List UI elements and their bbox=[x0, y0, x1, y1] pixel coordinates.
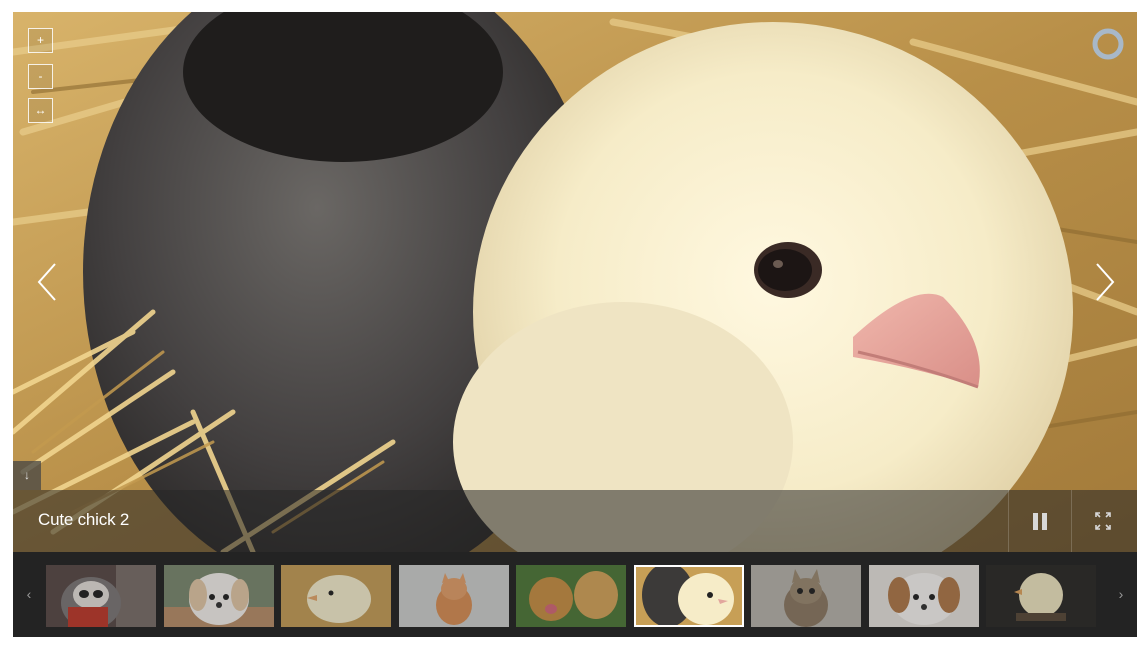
pause-slideshow-button[interactable] bbox=[1008, 490, 1071, 552]
download-button[interactable]: ↓ bbox=[13, 461, 41, 490]
zoom-in-button[interactable]: + bbox=[28, 28, 53, 53]
image-gallery-viewer: + - ↔ ↓ Cute chick 2 ‹ › bbox=[13, 12, 1137, 637]
thumbnail-white-puppy[interactable] bbox=[164, 565, 274, 627]
thumbnail-two-chicks[interactable] bbox=[634, 565, 744, 627]
image-caption: Cute chick 2 bbox=[38, 510, 130, 529]
thumbnail-yellow-chick[interactable] bbox=[281, 565, 391, 627]
thumbnail-puppy[interactable] bbox=[869, 565, 979, 627]
thumbnail-tabby-kitten[interactable] bbox=[751, 565, 861, 627]
zoom-reset-button[interactable]: ↔ bbox=[28, 98, 53, 123]
previous-image-arrow[interactable] bbox=[33, 260, 63, 304]
pause-icon bbox=[1033, 513, 1047, 530]
thumbnails-prev-button[interactable]: ‹ bbox=[18, 580, 40, 608]
thumbnail-chick-on-branch[interactable] bbox=[986, 565, 1096, 627]
caption-bar: Cute chick 2 bbox=[13, 490, 1137, 552]
thumbnail-raccoon[interactable] bbox=[46, 565, 156, 627]
fullscreen-button[interactable] bbox=[1071, 490, 1134, 552]
loading-ring-icon bbox=[1092, 28, 1124, 60]
next-image-arrow[interactable] bbox=[1089, 260, 1119, 304]
image-stage: + - ↔ ↓ Cute chick 2 bbox=[13, 12, 1137, 552]
thumbnail-strip: ‹ › bbox=[13, 552, 1137, 637]
thumbnail-orange-kitten[interactable] bbox=[399, 565, 509, 627]
thumbnail-golden-puppies[interactable] bbox=[516, 565, 626, 627]
fullscreen-icon bbox=[1095, 512, 1111, 530]
main-photo bbox=[13, 12, 1137, 552]
thumbnails-next-button[interactable]: › bbox=[1110, 580, 1132, 608]
zoom-out-button[interactable]: - bbox=[28, 64, 53, 89]
